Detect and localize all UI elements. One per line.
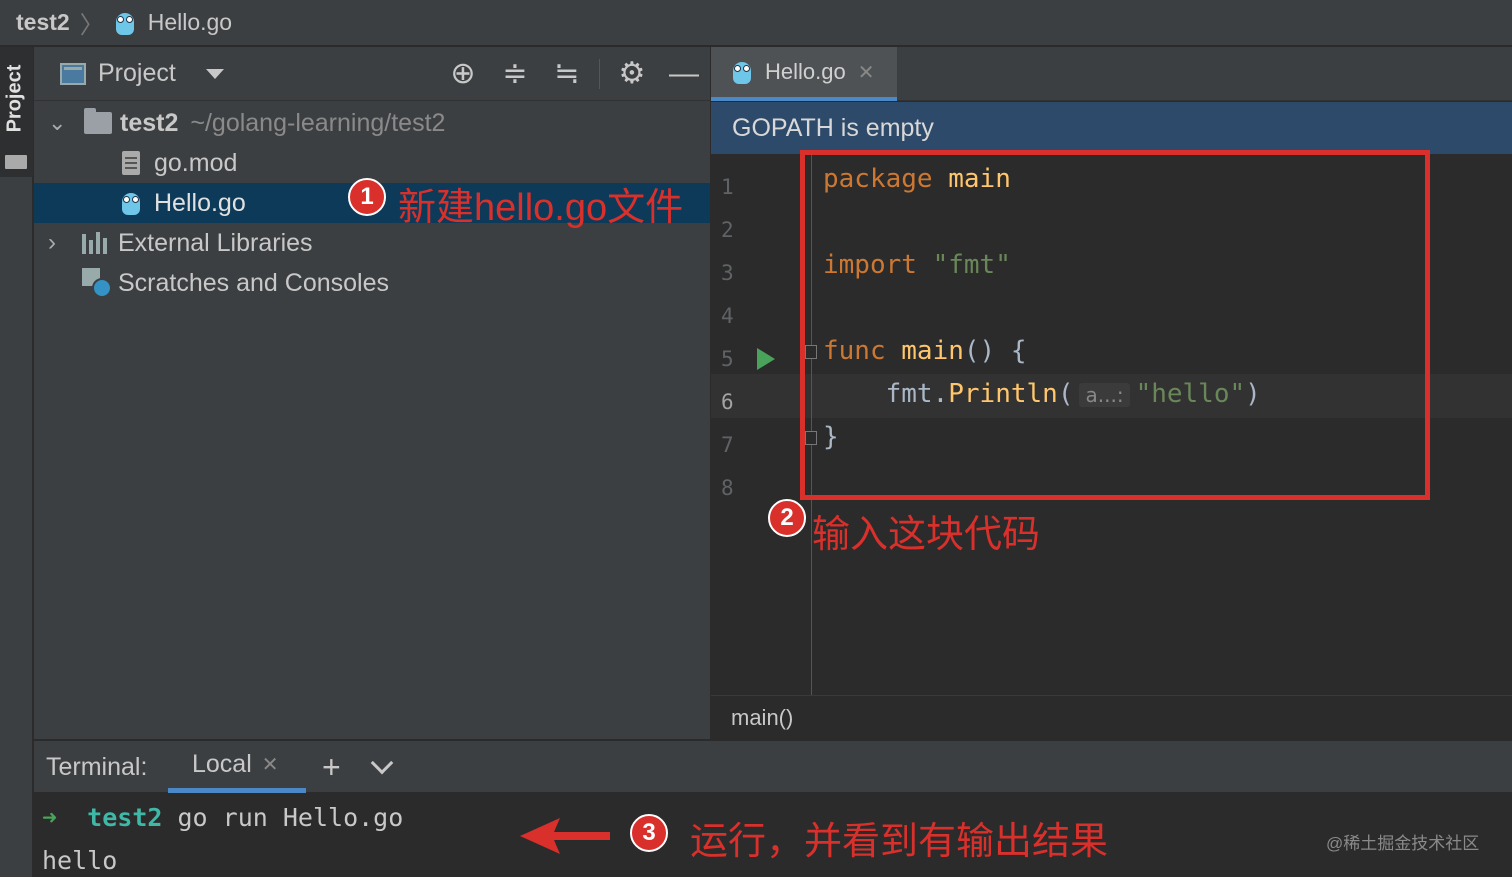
editor-tab-hello-go[interactable]: Hello.go ✕: [711, 47, 897, 101]
watermark: @稀土掘金技术社区: [1326, 834, 1480, 853]
terminal-output-line: hello: [42, 846, 118, 875]
folder-icon: [84, 108, 112, 134]
terminal-command-line: ➜ test2 go run Hello.go: [42, 803, 403, 832]
project-panel: Project ⊕ ≑ ≒ ⚙ — ⌄ test2 ~/golang-learn…: [34, 47, 710, 739]
terminal-header: Terminal: Local ✕ +: [34, 740, 1512, 793]
code-highlight-box: [800, 150, 1430, 500]
editor-breadcrumb-status[interactable]: main(): [711, 695, 1512, 739]
expand-all-icon[interactable]: ≑: [489, 47, 541, 101]
project-tool-window-button[interactable]: Project: [0, 47, 33, 177]
tool-window-stripe: Project: [0, 47, 33, 877]
tree-file-name: Hello.go: [154, 188, 246, 217]
prompt-directory: test2: [87, 803, 163, 832]
project-panel-title: Project: [98, 59, 176, 87]
hide-panel-icon[interactable]: —: [658, 47, 710, 101]
line-number: 6: [721, 390, 734, 414]
close-icon[interactable]: ✕: [858, 60, 875, 85]
tree-file-name: go.mod: [154, 148, 238, 177]
tab-label: Hello.go: [765, 59, 846, 84]
toolbar-divider: [599, 59, 600, 89]
tree-root-name: test2: [120, 108, 179, 137]
gear-icon[interactable]: ⚙: [606, 47, 658, 101]
prompt-arrow-icon: ➜: [42, 803, 58, 832]
annotation-number-2: 2: [768, 499, 806, 537]
dropdown-arrow-icon: [205, 68, 224, 79]
go-file-icon: [114, 10, 136, 36]
tree-item-label: External Libraries: [118, 228, 313, 257]
chevron-right-icon[interactable]: ›: [48, 229, 56, 257]
line-number: 3: [721, 261, 734, 285]
annotation-text-3: 运行，并看到有输出结果: [690, 821, 1109, 863]
new-terminal-plus-icon[interactable]: +: [322, 741, 341, 793]
close-icon[interactable]: ✕: [262, 752, 279, 777]
breadcrumb-project[interactable]: test2: [16, 9, 70, 36]
breadcrumb-separator: 〉: [79, 12, 104, 39]
annotation-text-2: 输入这块代码: [812, 514, 1041, 556]
file-icon: [122, 151, 140, 175]
tree-item-scratches[interactable]: Scratches and Consoles: [34, 263, 710, 303]
locate-file-icon[interactable]: ⊕: [437, 47, 489, 101]
line-number: 7: [721, 433, 734, 457]
line-number: 8: [721, 476, 734, 500]
terminal-command: go run Hello.go: [177, 803, 404, 832]
tree-item-test2[interactable]: ⌄ test2 ~/golang-learning/test2: [34, 103, 710, 143]
chevron-down-icon[interactable]: ⌄: [48, 110, 66, 136]
tree-root-path: ~/golang-learning/test2: [190, 108, 446, 137]
terminal-tab-local[interactable]: Local ✕: [168, 741, 306, 793]
terminal-tab-label: Local: [192, 750, 252, 778]
arrow-left-icon: [520, 818, 610, 854]
editor-tab-bar: Hello.go ✕: [711, 47, 1512, 101]
navigation-breadcrumb: test2 〉 Hello.go: [0, 0, 1512, 46]
line-number: 1: [721, 175, 734, 199]
annotation-number-3: 3: [630, 814, 668, 852]
editor-gutter: 1 2 3 4 5 6 7 8: [711, 155, 811, 695]
project-stripe-label: Project: [3, 64, 26, 133]
folder-icon: [5, 155, 27, 169]
project-window-icon: [60, 62, 86, 85]
annotation-number-1: 1: [348, 178, 386, 216]
tree-item-label: Scratches and Consoles: [118, 268, 389, 297]
project-panel-header: Project ⊕ ≑ ≒ ⚙ —: [34, 47, 710, 101]
run-gutter-icon[interactable]: [757, 348, 775, 370]
scratches-icon: [82, 268, 112, 298]
annotation-text-1: 新建hello.go文件: [398, 187, 684, 229]
line-number: 5: [721, 347, 734, 371]
gopath-notification: GOPATH is empty: [711, 102, 1512, 154]
go-file-icon: [731, 59, 753, 85]
go-file-icon: [120, 190, 142, 216]
breadcrumb-file[interactable]: Hello.go: [148, 9, 232, 36]
collapse-all-icon[interactable]: ≒: [541, 47, 593, 101]
project-view-selector[interactable]: Project: [60, 59, 224, 88]
chevron-down-icon[interactable]: [370, 751, 394, 775]
libraries-icon: [82, 232, 110, 254]
terminal-title: Terminal:: [46, 753, 148, 781]
line-number: 4: [721, 304, 734, 328]
line-number: 2: [721, 218, 734, 242]
